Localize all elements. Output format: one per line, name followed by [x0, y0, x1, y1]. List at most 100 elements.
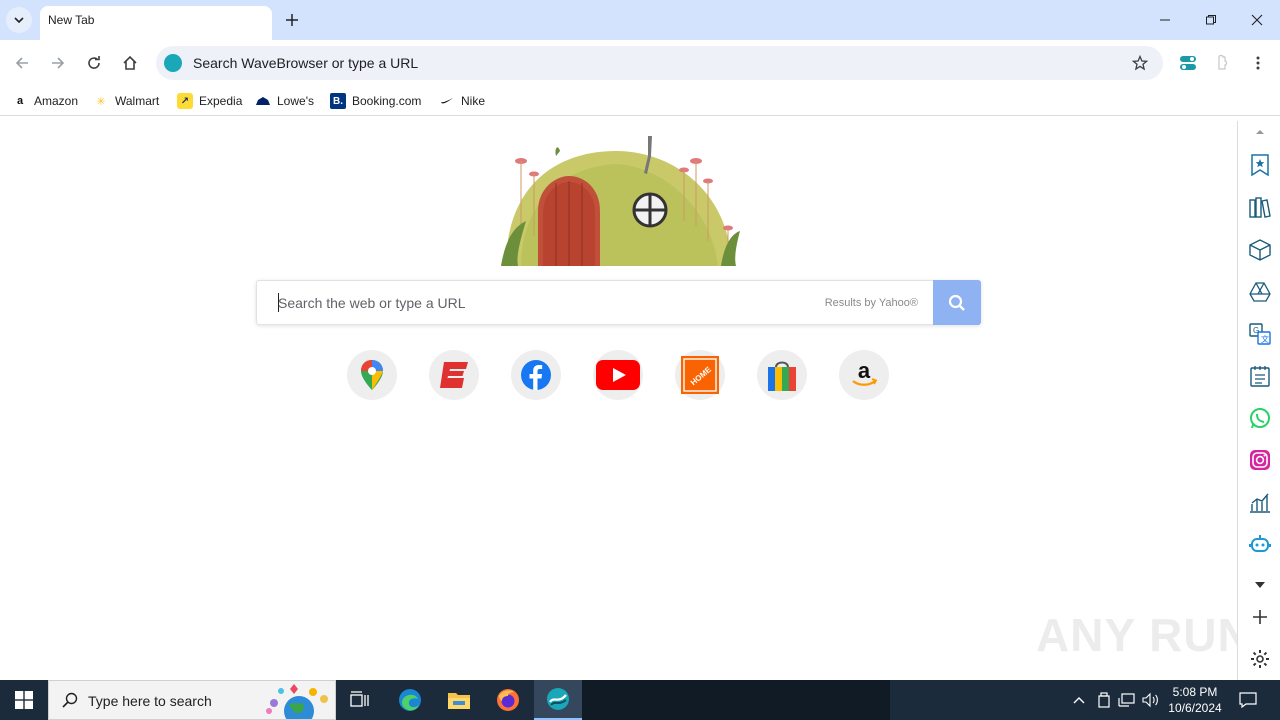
bookmark-label: Expedia [199, 94, 243, 108]
nike-icon [439, 93, 455, 109]
back-button[interactable] [9, 50, 35, 76]
whatsapp-icon [1250, 408, 1270, 429]
plus-icon [286, 14, 298, 26]
windows-taskbar: Type here to search 5:08 PM 10/6/2024 [0, 680, 1280, 720]
sidebar-scroll-up[interactable] [1248, 125, 1272, 139]
taskbar-clock[interactable]: 5:08 PM 10/6/2024 [1160, 684, 1230, 716]
star-icon [1132, 55, 1148, 71]
chart-icon [1250, 493, 1270, 513]
search-button[interactable] [933, 280, 981, 325]
taskbar-search-box[interactable]: Type here to search [48, 680, 336, 720]
notification-icon [1239, 692, 1257, 708]
web-search-box[interactable]: Search the web or type a URL Results by … [256, 280, 981, 325]
sidebar-package[interactable] [1248, 238, 1272, 262]
sidebar-whatsapp[interactable] [1248, 406, 1272, 430]
results-by-yahoo-label: Results by Yahoo® [824, 297, 918, 309]
bookmark-star-button[interactable] [1130, 53, 1150, 73]
close-button[interactable] [1234, 0, 1280, 40]
shortcut-shopping-bag[interactable] [757, 350, 807, 400]
reload-button[interactable] [81, 50, 107, 76]
toolbar: Search WaveBrowser or type a URL [0, 40, 1280, 86]
svg-text:a: a [858, 360, 871, 383]
sidebar-drive[interactable] [1248, 280, 1272, 304]
shortcut-facebook[interactable] [511, 350, 561, 400]
tab-new-tab[interactable]: New Tab [40, 6, 272, 40]
amazon-icon: a [16, 95, 24, 107]
taskbar-search-placeholder: Type here to search [88, 693, 212, 709]
bookmark-nike[interactable]: Nike [439, 91, 485, 111]
sidebar-instagram[interactable] [1248, 448, 1272, 472]
bookmark-amazon[interactable]: a Amazon [12, 91, 78, 111]
minimize-button[interactable] [1142, 0, 1188, 40]
taskbar-edge[interactable] [386, 680, 434, 720]
anyrun-watermark: ANY RUN [1036, 609, 1252, 661]
extension-toggle-icon[interactable] [1179, 54, 1197, 72]
bookmark-expedia[interactable]: ↗ Expedia [177, 91, 242, 111]
home-depot-icon: HOME [681, 356, 719, 394]
firefox-icon [497, 689, 519, 711]
bookmark-star-icon [1251, 154, 1269, 176]
tab-search-button[interactable] [6, 7, 32, 33]
bookmark-label: Lowe's [277, 94, 314, 108]
address-bar-text: Search WaveBrowser or type a URL [193, 55, 419, 71]
sidebar-more[interactable] [1248, 573, 1272, 597]
tab-title: New Tab [48, 13, 95, 27]
shortcut-the-home-depot[interactable]: HOME [675, 350, 725, 400]
taskbar-firefox[interactable] [484, 680, 532, 720]
lowes-icon [255, 93, 271, 109]
taskbar-empty-area [582, 680, 890, 720]
search-icon [62, 692, 78, 708]
home-button[interactable] [117, 50, 143, 76]
start-button[interactable] [0, 680, 48, 720]
sidebar-bookmarks[interactable] [1248, 153, 1272, 177]
home-icon [123, 55, 137, 70]
bookmark-label: Booking.com [352, 94, 422, 108]
sidebar-translate[interactable]: G文 [1248, 322, 1272, 346]
shortcut-amazon[interactable]: a [839, 350, 889, 400]
shortcut-youtube[interactable] [593, 350, 643, 400]
shortcut-espn[interactable] [429, 350, 479, 400]
shortcut-row: HOME a [347, 350, 907, 402]
new-tab-button[interactable] [281, 9, 303, 31]
sidebar-settings[interactable] [1248, 647, 1272, 671]
forward-arrow-icon [52, 57, 65, 69]
taskbar-file-explorer[interactable] [435, 680, 483, 720]
sidebar-reading[interactable] [1248, 196, 1272, 220]
forward-button[interactable] [45, 50, 71, 76]
translate-icon: G文 [1249, 323, 1271, 345]
booking-icon: B. [330, 93, 346, 109]
sidebar-stats[interactable] [1248, 490, 1272, 514]
settings-icon [1251, 650, 1269, 668]
notification-center-button[interactable] [1234, 680, 1262, 720]
tray-volume[interactable] [1140, 680, 1162, 720]
network-icon [1118, 693, 1135, 707]
taskbar-wavebrowser[interactable] [534, 680, 582, 720]
clock-time: 5:08 PM [1172, 685, 1218, 699]
expedia-icon: ↗ [177, 93, 193, 109]
bookmark-lowes[interactable]: Lowe's [255, 91, 314, 111]
google-maps-icon [361, 360, 383, 390]
folder-icon [448, 693, 470, 709]
sidebar-assistant[interactable] [1248, 532, 1272, 556]
restore-button[interactable] [1188, 0, 1234, 40]
svg-text:文: 文 [1261, 334, 1269, 344]
tray-network[interactable] [1116, 680, 1138, 720]
bookmark-booking[interactable]: B. Booking.com [330, 91, 421, 111]
shortcut-google-maps[interactable] [347, 350, 397, 400]
reload-icon [88, 56, 100, 69]
bookmark-walmart[interactable]: ✳ Walmart [93, 91, 159, 111]
bookmark-label: Walmart [115, 94, 160, 108]
task-view-button[interactable] [336, 680, 384, 720]
address-bar[interactable]: Search WaveBrowser or type a URL [156, 46, 1163, 80]
extension-puzzle-icon[interactable] [1213, 54, 1231, 72]
search-input[interactable]: Search the web or type a URL [278, 295, 466, 311]
show-hidden-icons-button[interactable] [1068, 680, 1090, 720]
shopping-bag-icon [768, 361, 796, 391]
windows-logo-icon [15, 691, 33, 709]
menu-button[interactable] [1245, 50, 1271, 76]
sidebar-add[interactable] [1248, 605, 1272, 629]
sidebar-notes[interactable] [1248, 364, 1272, 388]
back-arrow-icon [15, 57, 28, 69]
tray-device[interactable] [1094, 680, 1114, 720]
robot-icon [1249, 535, 1271, 552]
